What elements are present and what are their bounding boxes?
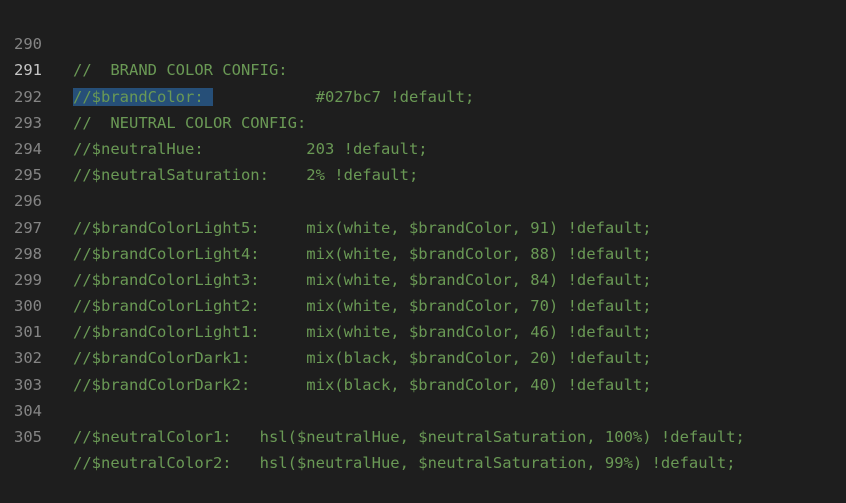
code-line[interactable]: 292 // NEUTRAL COLOR CONFIG: (0, 57, 846, 132)
code-line[interactable]: 301 //$brandColorDark1: mix(black, $bran… (0, 293, 846, 367)
line-number: 305 (14, 428, 42, 447)
code-editor[interactable]: 290 // BRAND COLOR CONFIG: 291 //$brandC… (0, 5, 846, 472)
code-line[interactable]: 302 //$brandColorDark2: mix(black, $bran… (0, 319, 846, 393)
code-line[interactable]: 298 //$brandColorLight3: mix(white, $bra… (0, 215, 846, 289)
code-line[interactable]: 293 //$neutralHue: 203 !default; (0, 84, 846, 158)
code-line[interactable]: 305 //$neutralColor2: hsl($neutralHue, $… (0, 398, 846, 472)
code-line[interactable]: 303 (0, 345, 846, 394)
code-text[interactable]: //$neutralColor1: hsl($neutralHue, $neut… (73, 424, 745, 450)
code-line[interactable]: 296 //$brandColorLight5: mix(white, $bra… (0, 162, 846, 236)
code-line[interactable]: 295 (0, 136, 846, 184)
code-line[interactable]: 290 // BRAND COLOR CONFIG: (0, 5, 846, 79)
code-line[interactable]: 297 //$brandColorLight4: mix(white, $bra… (0, 188, 846, 263)
code-line[interactable]: 300 //$brandColorLight1: mix(white, $bra… (0, 267, 846, 341)
code-line-active[interactable]: 291 //$brandColor: #027bc7 !default; (0, 31, 846, 106)
code-line[interactable]: 299 //$brandColorLight2: mix(white, $bra… (0, 241, 846, 315)
code-text[interactable]: //$neutralColor2: hsl($neutralHue, $neut… (73, 450, 736, 476)
code-line[interactable]: 294 //$neutralSaturation: 2% !default; (0, 110, 846, 184)
code-line[interactable]: 304 //$neutralColor1: hsl($neutralHue, $… (0, 372, 846, 446)
